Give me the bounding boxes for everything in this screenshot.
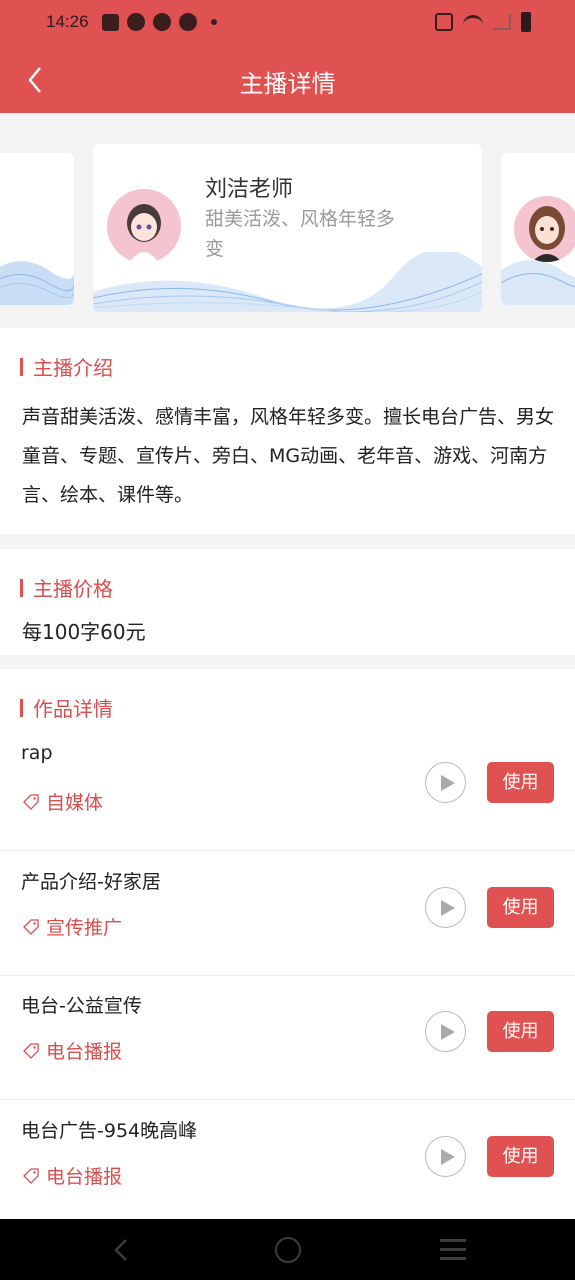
nav-recents-icon[interactable] [440, 1239, 466, 1261]
wifi-icon [463, 15, 483, 29]
section-marker [20, 357, 23, 376]
work-title: 电台-公益宣传 [21, 995, 142, 1017]
play-button[interactable] [425, 887, 466, 928]
play-button[interactable] [425, 1011, 466, 1052]
play-icon [441, 1149, 455, 1165]
nav-back-icon[interactable] [108, 1235, 134, 1265]
tag-label: 自媒体 [46, 792, 104, 814]
vibrate-icon [435, 13, 453, 31]
work-title: 产品介绍-好家居 [21, 871, 161, 893]
work-item[interactable]: 电台广告-954晚高峰 电台播报 使用 [0, 1100, 575, 1225]
section-marker [20, 578, 23, 597]
price-text: 每100字60元 [22, 620, 146, 644]
play-button[interactable] [425, 1136, 466, 1177]
notification-icon [102, 13, 119, 31]
more-notifications-icon [211, 19, 217, 25]
work-title: rap [21, 742, 53, 764]
app-header: 14:26 主播详情 [0, 0, 575, 113]
system-icons [435, 12, 531, 32]
section-header: 作品详情 [20, 693, 113, 722]
intro-section: 主播介绍 声音甜美活泼、感情丰富，风格年轻多变。擅长电台广告、男女童音、专题、宣… [0, 328, 575, 534]
wave-decoration [0, 261, 74, 305]
tag-icon [23, 1167, 39, 1184]
section-header: 主播介绍 [20, 352, 113, 381]
work-item[interactable]: 电台-公益宣传 电台播报 使用 [0, 975, 575, 1100]
nav-home-icon[interactable] [275, 1237, 301, 1263]
host-tagline: 甜美活泼、风格年轻多变 [205, 208, 396, 260]
section-header: 主播价格 [20, 573, 113, 602]
host-card-current[interactable]: 刘洁老师 甜美活泼、风格年轻多变 [93, 144, 482, 312]
use-button[interactable]: 使用 [487, 1011, 554, 1052]
work-tag: 电台播报 [22, 1162, 122, 1189]
host-name: 刘洁老师 [205, 177, 294, 202]
notification-icon [127, 13, 145, 31]
host-avatar [514, 196, 575, 262]
price-section: 主播价格 每100字60元 [0, 549, 575, 655]
work-tag: 宣传推广 [22, 913, 122, 940]
work-item[interactable]: rap 自媒体 使用 [0, 726, 575, 851]
intro-title: 主播介绍 [33, 356, 113, 380]
page-title: 主播详情 [239, 70, 336, 98]
works-title: 作品详情 [33, 697, 113, 721]
work-tag: 电台播报 [22, 1037, 122, 1064]
signal-icon [493, 14, 511, 30]
tag-label: 电台播报 [46, 1166, 123, 1188]
host-card-prev[interactable] [0, 153, 74, 305]
play-icon [441, 1024, 455, 1040]
notification-icon [153, 13, 171, 31]
host-carousel[interactable]: 刘洁老师 甜美活泼、风格年轻多变 [0, 113, 575, 328]
tag-label: 宣传推广 [46, 917, 123, 939]
play-icon [441, 900, 455, 916]
use-button[interactable]: 使用 [487, 887, 554, 928]
notification-icons [102, 13, 217, 31]
host-avatar [107, 189, 181, 263]
work-tag: 自媒体 [22, 788, 103, 815]
price-title: 主播价格 [33, 577, 113, 601]
section-marker [20, 698, 23, 717]
tag-icon [23, 918, 39, 935]
work-title: 电台广告-954晚高峰 [21, 1120, 198, 1142]
use-button[interactable]: 使用 [487, 1136, 554, 1177]
battery-icon [521, 12, 531, 32]
system-navbar [0, 1219, 575, 1280]
tag-icon [23, 793, 39, 810]
use-button[interactable]: 使用 [487, 762, 554, 803]
intro-text: 声音甜美活泼、感情丰富，风格年轻多变。擅长电台广告、男女童音、专题、宣传片、旁白… [22, 406, 555, 506]
work-item[interactable]: 产品介绍-好家居 宣传推广 使用 [0, 851, 575, 976]
tag-label: 电台播报 [46, 1041, 123, 1063]
works-section: 作品详情 rap 自媒体 使用 产品介绍-好家居 宣传推广 使用 电台-公益宣传… [0, 669, 575, 1219]
tag-icon [23, 1042, 39, 1059]
host-card-next[interactable] [501, 153, 575, 305]
notification-icon [179, 13, 197, 31]
play-button[interactable] [425, 762, 466, 803]
status-bar: 14:26 [0, 0, 575, 46]
status-time: 14:26 [46, 12, 89, 31]
play-icon [441, 775, 455, 791]
